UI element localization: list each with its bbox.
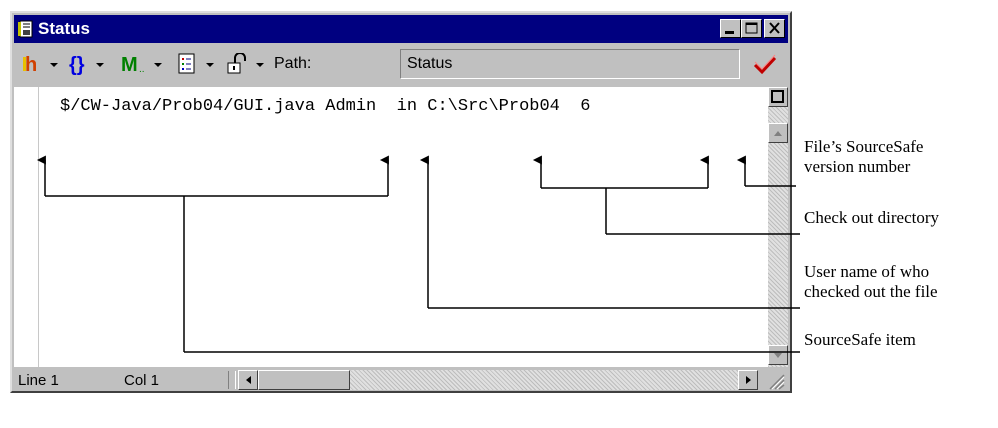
callout-version-line2: version number bbox=[804, 157, 911, 176]
callout-item: SourceSafe item bbox=[804, 330, 916, 349]
callout-version-line1: File’s SourceSafe bbox=[804, 137, 924, 156]
callout-user-line2: checked out the file bbox=[804, 282, 938, 301]
callout-checkout-dir: Check out directory bbox=[804, 208, 940, 227]
callout-user-line1: User name of who bbox=[804, 262, 930, 281]
callout-user: User name of who checked out the file bbox=[804, 262, 938, 302]
callout-version: File’s SourceSafe version number bbox=[804, 137, 923, 177]
